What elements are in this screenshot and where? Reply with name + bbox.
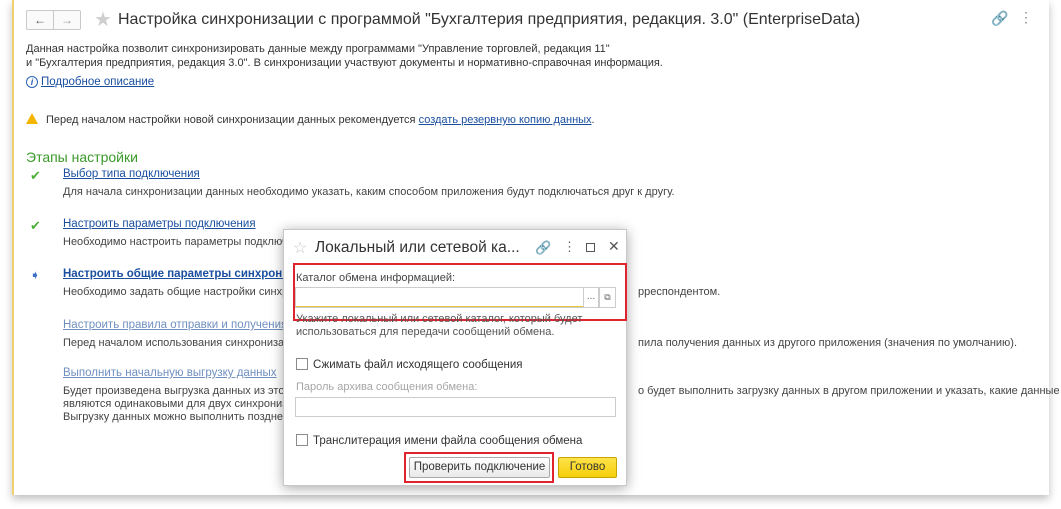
more-menu-icon[interactable]: ⋮ (1019, 9, 1033, 26)
step-link-initial-export[interactable]: Выполнить начальную выгрузку данных (63, 367, 277, 379)
maximize-icon[interactable] (586, 243, 595, 252)
step-text-right: рреспондентом. (638, 286, 721, 298)
compress-checkbox-row[interactable]: Сжимать файл исходящего сообщения (296, 358, 523, 371)
compress-checkbox[interactable] (296, 358, 308, 370)
info-icon: i (26, 76, 38, 88)
intro-description: Данная настройка позволит синхронизирова… (26, 42, 663, 70)
password-input[interactable] (295, 397, 616, 417)
more-menu-icon[interactable]: ⋮ (563, 239, 576, 255)
title-bar: ← → ★ Настройка синхронизации с программ… (14, 0, 1049, 38)
catalog-dialog: ☆ Локальный или сетевой ка... 🔗 ⋮ ✕ Ката… (283, 229, 627, 486)
done-button[interactable]: Готово (558, 457, 617, 478)
favorite-star-icon[interactable]: ☆ (293, 238, 307, 258)
dialog-title: Локальный или сетевой ка... (315, 239, 520, 256)
backup-warning: Перед началом настройки новой синхрониза… (26, 112, 595, 126)
translit-checkbox-row[interactable]: Транслитерация имени файла сообщения обм… (296, 434, 582, 447)
open-folder-icon[interactable]: ⧉ (599, 287, 616, 308)
step-text-right: о будет выполнить загрузку данных в друг… (638, 385, 1060, 397)
more-info: i Подробное описание (26, 76, 154, 88)
step-text-right: пила получения данных из другого приложе… (638, 337, 1018, 349)
compress-label: Сжимать файл исходящего сообщения (313, 359, 523, 371)
back-button[interactable]: ← (26, 10, 54, 30)
translit-label: Транслитерация имени файла сообщения обм… (313, 435, 583, 447)
warning-suffix: . (591, 114, 595, 126)
step-text: Необходимо настроить параметры подключен… (63, 236, 312, 248)
detailed-description-link[interactable]: Подробное описание (41, 76, 154, 88)
step-link-connection-type[interactable]: Выбор типа подключения (63, 168, 200, 180)
current-step-arrow-icon: ➧ (30, 268, 41, 282)
favorite-star-icon[interactable]: ★ (94, 7, 112, 32)
step-text-3: Выгрузку данных можно выполнить позднее … (63, 411, 304, 423)
close-icon[interactable]: ✕ (608, 238, 620, 255)
intro-line-2: и "Бухгалтерия предприятия, редакция 3.0… (26, 57, 663, 69)
catalog-hint: Укажите локальный или сетевой каталог, к… (296, 313, 583, 338)
step-text: Для начала синхронизации данных необходи… (63, 186, 675, 198)
page-title: Настройка синхронизации с программой "Бу… (118, 11, 861, 28)
check-connection-button[interactable]: Проверить подключение (409, 457, 550, 478)
create-backup-link[interactable]: создать резервную копию данных (419, 114, 592, 126)
stages-title: Этапы настройки (26, 149, 138, 165)
warning-icon (26, 113, 38, 124)
warning-text: Перед началом настройки новой синхрониза… (46, 114, 419, 126)
translit-checkbox[interactable] (296, 434, 308, 446)
intro-line-1: Данная настройка позволит синхронизирова… (26, 43, 610, 55)
catalog-path-input[interactable] (295, 287, 583, 308)
link-icon[interactable]: 🔗 (535, 240, 551, 256)
password-label: Пароль архива сообщения обмена: (296, 381, 478, 393)
step-link-connection-params[interactable]: Настроить параметры подключения (63, 218, 256, 230)
link-icon[interactable]: 🔗 (991, 10, 1008, 27)
check-icon: ✔ (30, 218, 41, 233)
catalog-label: Каталог обмена информацией: (296, 272, 456, 284)
forward-button[interactable]: → (53, 10, 81, 30)
check-icon: ✔ (30, 168, 41, 183)
choose-folder-button[interactable]: ... (583, 287, 599, 308)
